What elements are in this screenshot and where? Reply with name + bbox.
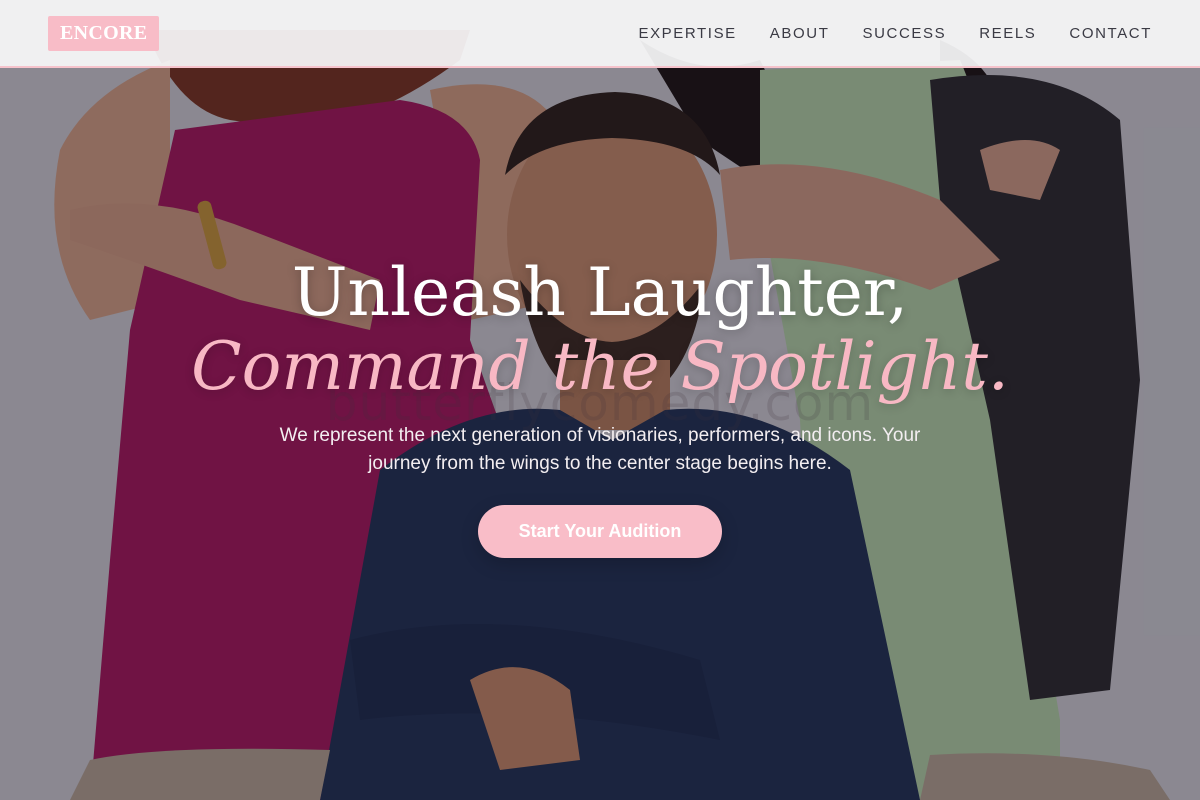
- hero-section: butterflycomedy.com Unleash Laughter, Co…: [0, 0, 1200, 800]
- hero-subtitle: We represent the next generation of visi…: [279, 425, 921, 474]
- main-nav: EXPERTISE ABOUT SUCCESS REELS CONTACT: [638, 0, 1152, 66]
- nav-link-success[interactable]: SUCCESS: [862, 25, 946, 42]
- top-navbar: ENCORE EXPERTISE ABOUT SUCCESS REELS CON…: [0, 0, 1200, 68]
- page: ENCORE EXPERTISE ABOUT SUCCESS REELS CON…: [0, 0, 1200, 800]
- start-audition-button[interactable]: Start Your Audition: [478, 505, 722, 558]
- nav-link-contact[interactable]: CONTACT: [1069, 25, 1152, 42]
- nav-link-about[interactable]: ABOUT: [770, 25, 830, 42]
- nav-link-reels[interactable]: REELS: [979, 25, 1036, 42]
- hero-headline-line2: Command the Spotlight.: [191, 328, 1009, 405]
- nav-link-expertise[interactable]: EXPERTISE: [638, 25, 736, 42]
- brand-logo[interactable]: ENCORE: [48, 16, 160, 51]
